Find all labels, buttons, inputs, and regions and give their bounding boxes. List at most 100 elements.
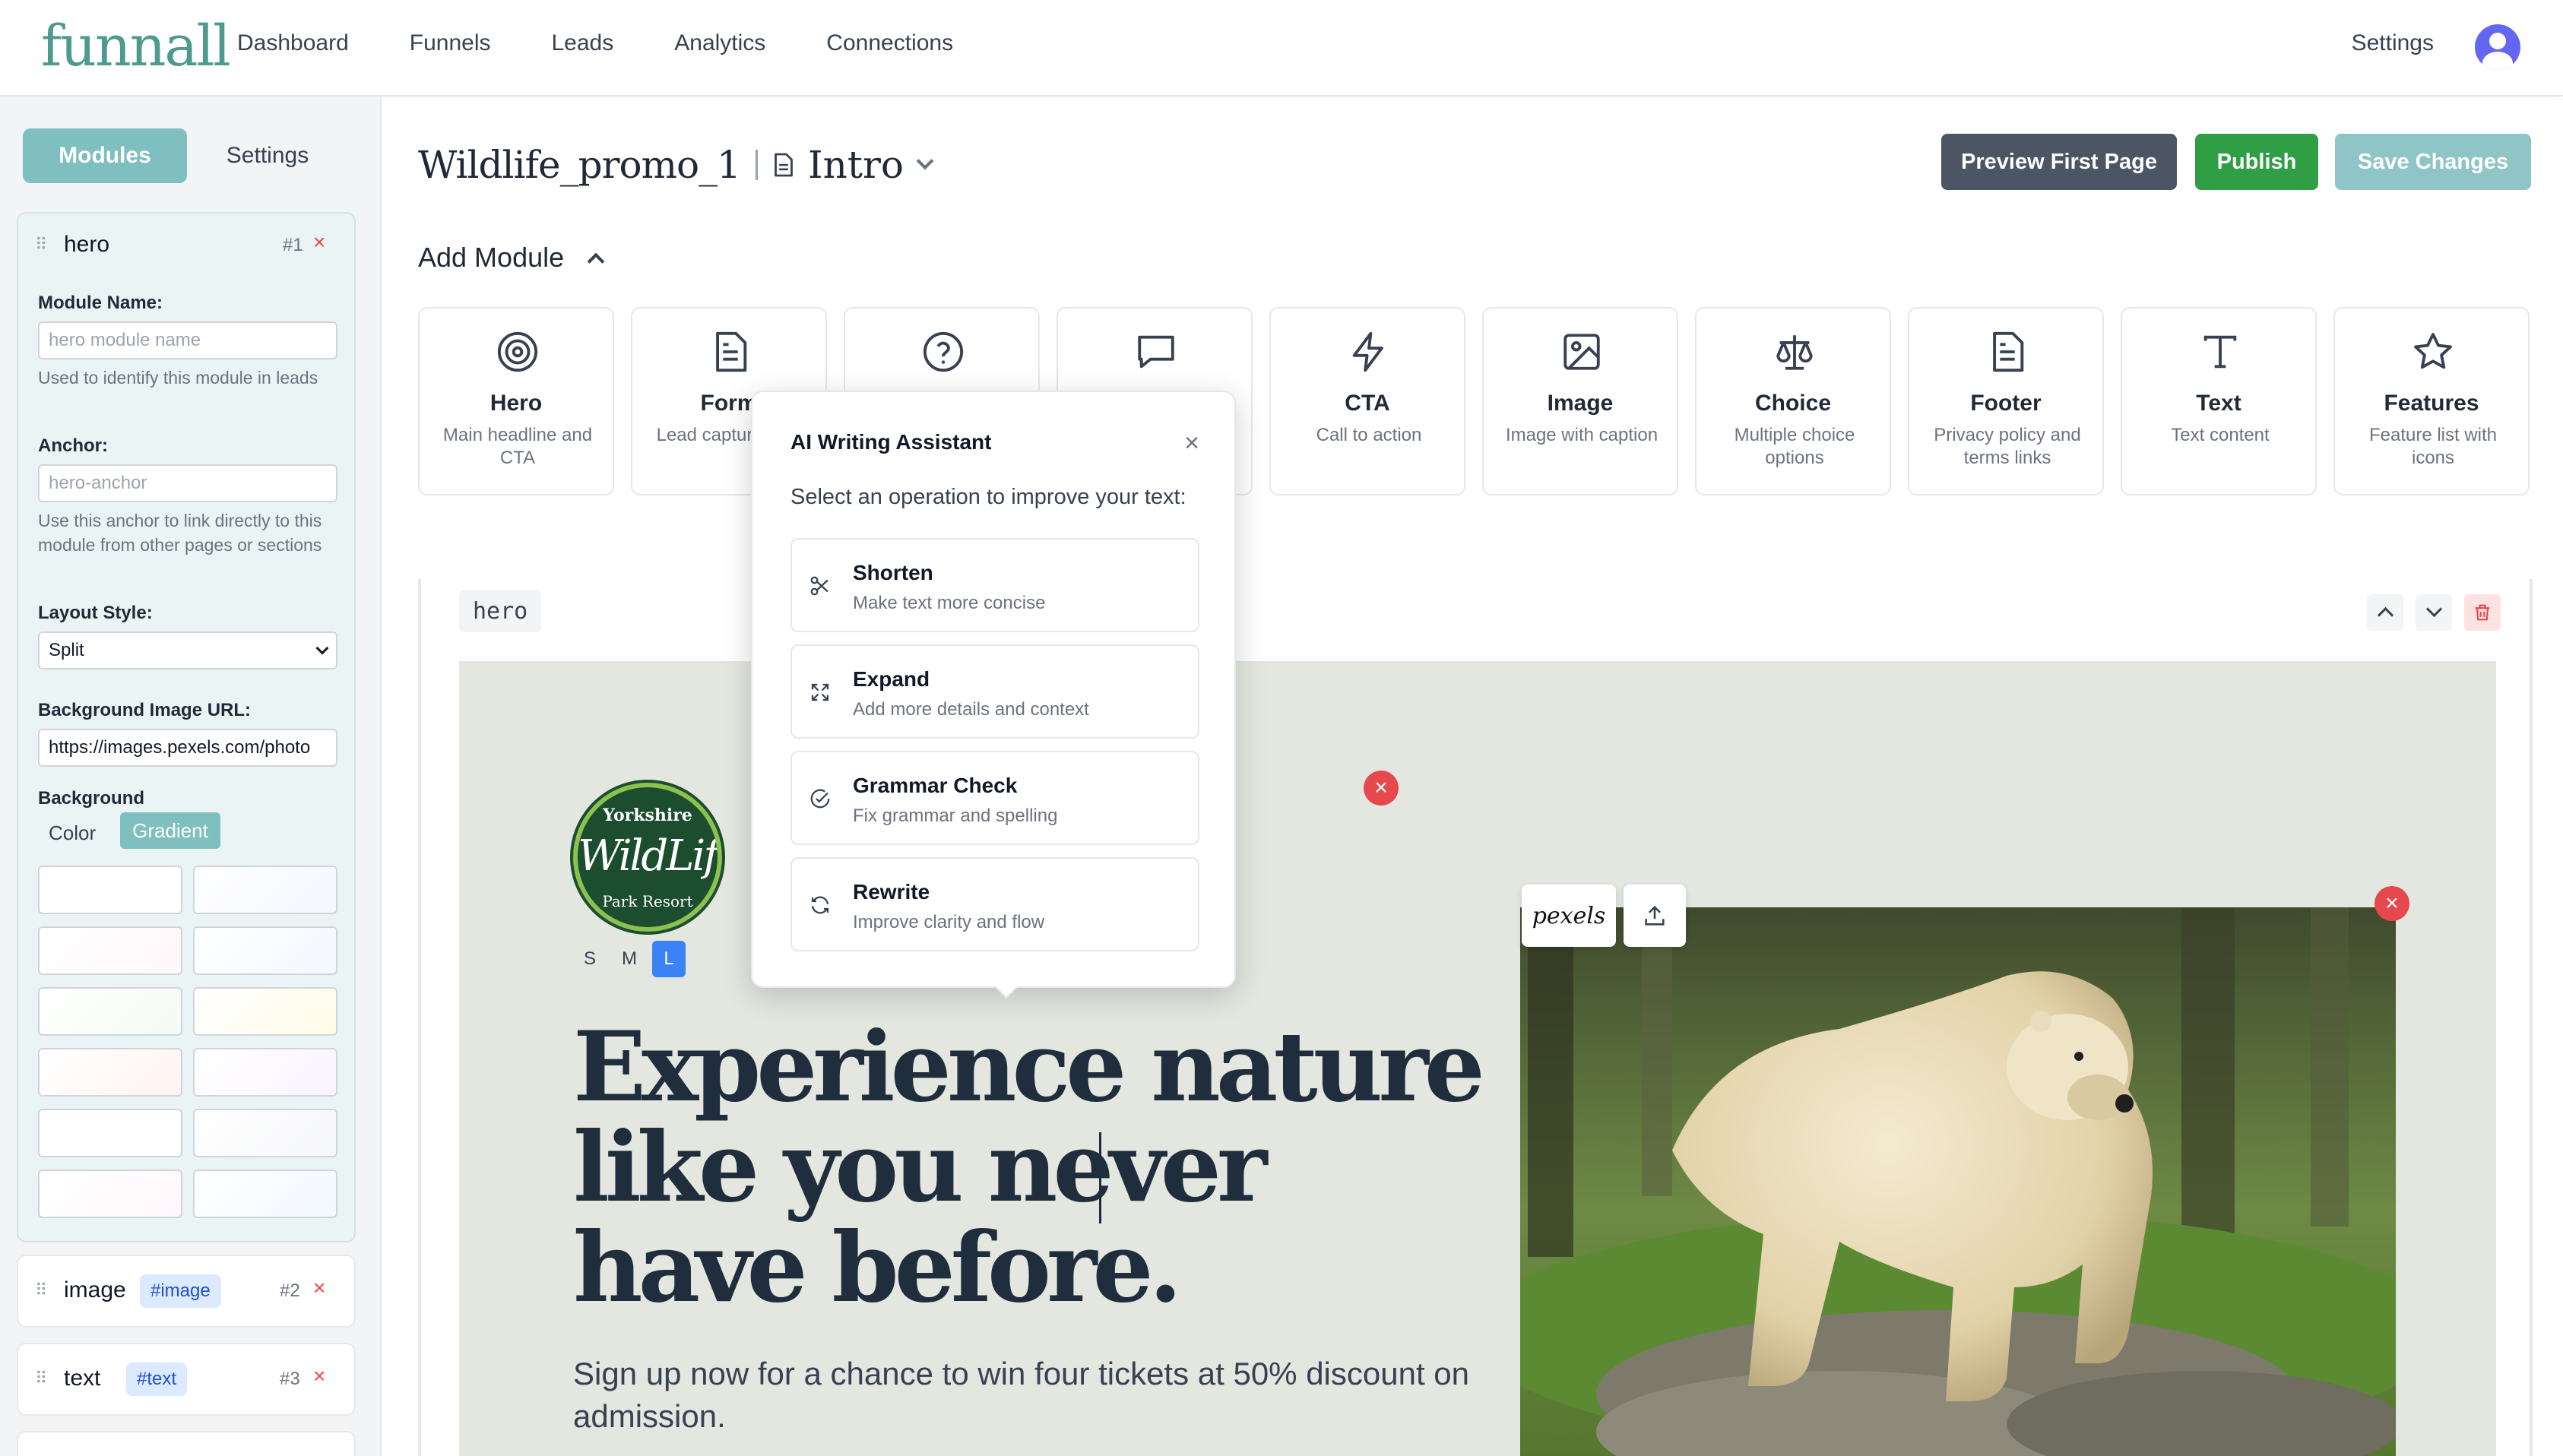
op-grammar-check-button[interactable]: Grammar Check Fix grammar and spelling	[790, 751, 1199, 845]
module-number: #3	[280, 1369, 300, 1389]
module-hero[interactable]: Hero Main headline and CTA	[418, 307, 614, 495]
module-text[interactable]: Text Text content	[2121, 307, 2317, 495]
gradient-swatch[interactable]	[193, 987, 337, 1036]
op-shorten-button[interactable]: Shorten Make text more concise	[790, 538, 1199, 632]
hero-image[interactable]	[1520, 907, 2396, 1456]
op-title: Shorten	[853, 561, 933, 584]
remove-module-icon[interactable]: ×	[313, 1276, 325, 1300]
module-cta[interactable]: CTA Call to action	[1269, 307, 1465, 495]
drag-handle-icon[interactable]: ⠿	[35, 1280, 47, 1300]
gradient-swatch[interactable]	[38, 1048, 182, 1097]
funnall-logo[interactable]: funnall	[41, 14, 231, 79]
nav-funnels[interactable]: Funnels	[410, 30, 491, 56]
anchor-input[interactable]: hero-anchor	[38, 464, 337, 502]
gradient-swatch[interactable]	[38, 1170, 182, 1218]
bg-gradient-option[interactable]: Gradient	[120, 812, 220, 849]
op-title: Expand	[853, 667, 930, 691]
hero-subheadline[interactable]: Sign up now for a chance to win four tic…	[573, 1353, 1485, 1438]
tab-modules[interactable]: Modules	[23, 128, 187, 183]
chevron-down-icon[interactable]	[916, 152, 934, 170]
nav-leads[interactable]: Leads	[552, 30, 614, 56]
gradient-swatch[interactable]	[38, 987, 182, 1036]
save-changes-button[interactable]: Save Changes	[2335, 134, 2531, 190]
nav-settings[interactable]: Settings	[2352, 30, 2434, 56]
add-module-toggle[interactable]: Add Module	[418, 242, 605, 274]
bg-url-input[interactable]: https://images.pexels.com/photo	[38, 729, 337, 767]
gradient-swatch[interactable]	[38, 926, 182, 975]
drag-handle-icon[interactable]: ⠿	[35, 235, 47, 255]
upload-image-button[interactable]	[1624, 885, 1686, 947]
title-divider	[755, 150, 758, 180]
module-name: CTA	[1345, 391, 1390, 416]
chevron-up-icon	[587, 252, 605, 271]
pexels-label: pexels	[1532, 902, 1606, 929]
delete-module-button[interactable]	[2464, 594, 2501, 631]
gradient-swatch[interactable]	[38, 1109, 182, 1157]
upload-icon	[1645, 905, 1665, 926]
remove-image-button[interactable]: ×	[2374, 886, 2409, 921]
gradient-swatch[interactable]	[193, 1170, 337, 1218]
size-m-button[interactable]: M	[613, 941, 646, 977]
remove-module-icon[interactable]: ×	[313, 1364, 325, 1388]
hero-module-card: ⠿ hero #1 × Module Name: hero module nam…	[17, 212, 356, 1242]
layout-style-select[interactable]: Split	[38, 631, 337, 669]
op-desc: Improve clarity and flow	[853, 912, 1045, 932]
wildlife-park-logo[interactable]: Yorkshire WildLife Park Resort	[573, 783, 722, 932]
logo-text-bottom: Park Resort	[602, 892, 693, 910]
nav-dashboard[interactable]: Dashboard	[237, 30, 349, 56]
layout-style-value: Split	[49, 640, 84, 660]
module-image[interactable]: Image Image with caption	[1482, 307, 1678, 495]
module-sidebar: Modules Settings ⠿ hero #1 × Module Name…	[0, 97, 382, 1456]
remove-logo-button[interactable]: ×	[1364, 771, 1399, 806]
page-selector[interactable]: Intro	[808, 143, 904, 187]
op-expand-button[interactable]: Expand Add more details and context	[790, 644, 1199, 739]
nav-connections[interactable]: Connections	[826, 30, 953, 56]
check-circle-icon	[810, 789, 830, 809]
module-name-label: Module Name:	[38, 293, 163, 313]
move-up-icon[interactable]	[2367, 594, 2403, 631]
module-name: Image	[1547, 391, 1614, 416]
module-name: Footer	[1970, 391, 2042, 416]
module-choice[interactable]: Choice Multiple choice options	[1695, 307, 1891, 495]
module-desc: Multiple choice options	[1734, 425, 1855, 468]
target-icon	[497, 331, 538, 372]
move-down-icon[interactable]	[2416, 594, 2452, 631]
user-avatar-icon[interactable]	[2475, 24, 2520, 70]
hero-module-editor: hero Yorkshire WildLife Park Resort S M …	[418, 579, 2533, 1456]
module-footer[interactable]: Footer Privacy policy and terms links	[1908, 307, 2104, 495]
module-desc: Feature list with icons	[2368, 425, 2498, 468]
module-desc: Text content	[2171, 425, 2270, 445]
page-document-icon	[775, 153, 793, 177]
anchor-help: Use this anchor to link directly to this…	[38, 511, 322, 555]
next-module-card[interactable]	[17, 1431, 356, 1456]
refresh-icon	[811, 896, 829, 914]
module-features[interactable]: Features Feature list with icons	[2333, 307, 2530, 495]
text-module-card[interactable]: ⠿ text #text #3 ×	[17, 1343, 356, 1416]
image-module-card[interactable]: ⠿ image #image #2 ×	[17, 1255, 356, 1328]
remove-module-icon[interactable]: ×	[313, 230, 325, 255]
background-label: Background	[38, 788, 145, 809]
module-name-input[interactable]: hero module name	[38, 321, 337, 359]
preview-first-page-button[interactable]: Preview First Page	[1941, 134, 2177, 190]
publish-button[interactable]: Publish	[2195, 134, 2318, 190]
gradient-swatch[interactable]	[193, 1109, 337, 1157]
pexels-search-button[interactable]: pexels	[1522, 885, 1616, 947]
nav-analytics[interactable]: Analytics	[674, 30, 765, 56]
module-name-help: Used to identify this module in leads	[38, 368, 318, 388]
scales-icon	[1776, 335, 1813, 370]
drag-handle-icon[interactable]: ⠿	[35, 1369, 47, 1388]
tab-settings[interactable]: Settings	[199, 128, 336, 183]
gradient-swatch[interactable]	[193, 866, 337, 914]
gradient-swatch[interactable]	[38, 866, 182, 914]
size-l-button[interactable]: L	[652, 941, 686, 977]
bg-color-option[interactable]: Color	[49, 821, 96, 845]
image-icon	[1563, 334, 1600, 370]
hero-headline[interactable]: Experience nature like you never have be…	[573, 1017, 1485, 1318]
text-cursor	[1099, 1132, 1101, 1223]
gradient-swatch[interactable]	[193, 1048, 337, 1097]
op-rewrite-button[interactable]: Rewrite Improve clarity and flow	[790, 857, 1199, 951]
document-icon	[1993, 331, 2024, 372]
gradient-swatch[interactable]	[193, 926, 337, 975]
close-icon[interactable]: ×	[1184, 429, 1199, 458]
size-s-button[interactable]: S	[573, 941, 607, 977]
